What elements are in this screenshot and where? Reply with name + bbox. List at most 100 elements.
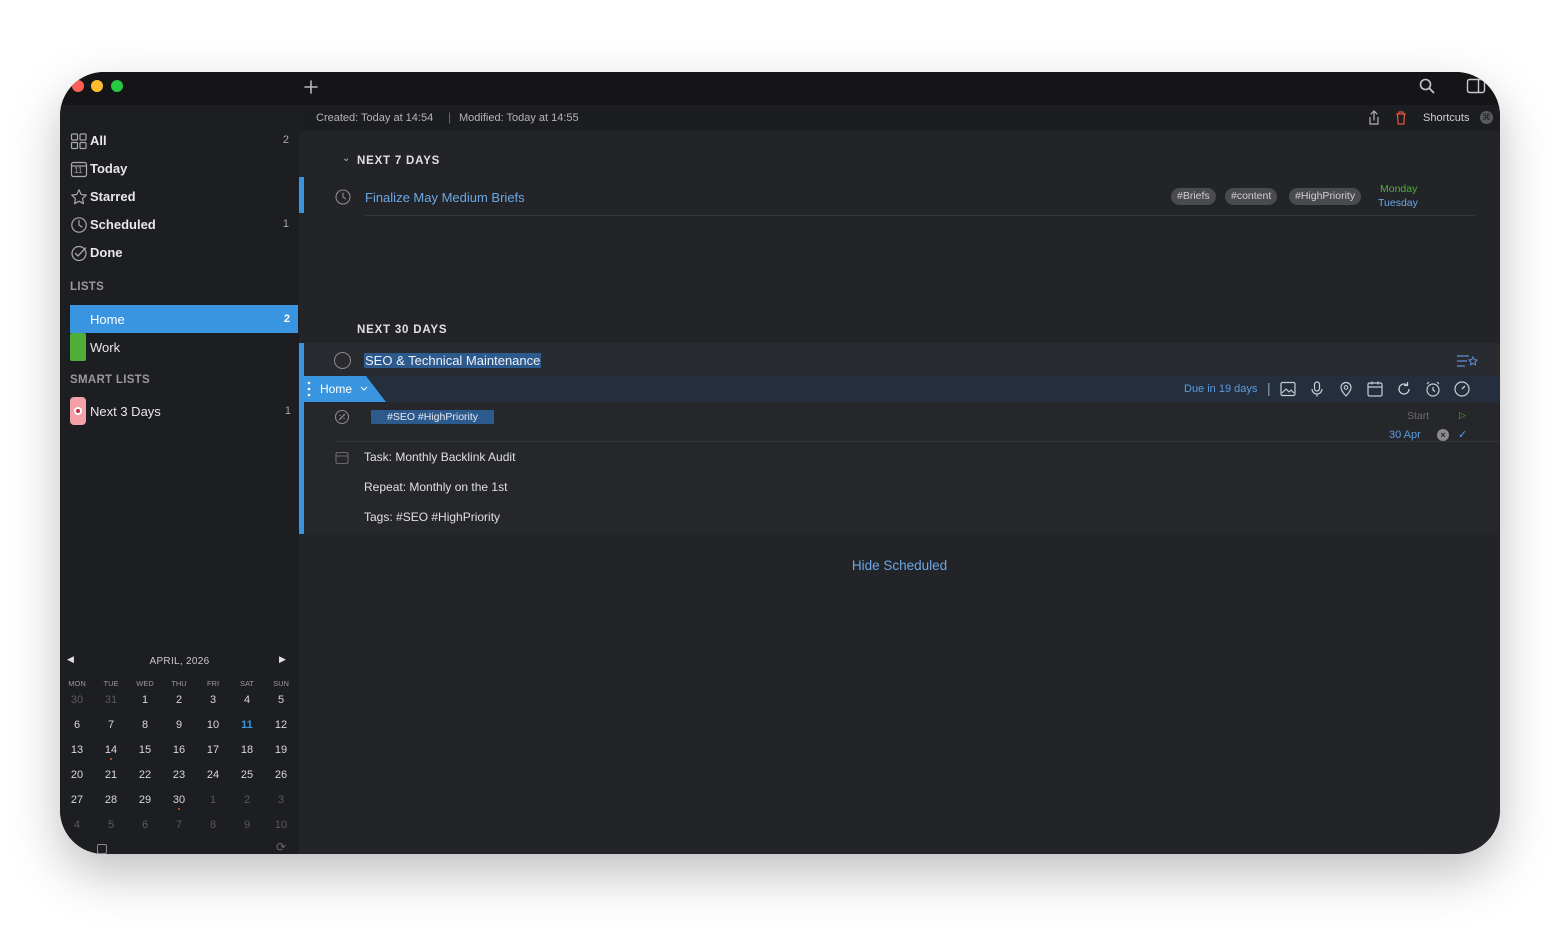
calendar-day[interactable]: 10 — [266, 819, 296, 831]
checkmark-icon[interactable]: ✓ — [1458, 428, 1467, 441]
calendar-day[interactable]: 1 — [198, 794, 228, 806]
task-checkbox[interactable] — [334, 352, 351, 369]
calendar-day[interactable]: 21 — [96, 769, 126, 781]
calendar-day[interactable]: 16 — [164, 744, 194, 756]
calendar-day[interactable]: 8 — [198, 819, 228, 831]
sidebar-item-scheduled[interactable]: Scheduled 1 — [68, 212, 296, 238]
microphone-icon[interactable] — [1308, 380, 1326, 398]
calendar-day[interactable]: 19 — [266, 744, 296, 756]
repeat-icon[interactable] — [1395, 380, 1413, 398]
sidebar-item-today[interactable]: 11 Today — [68, 156, 296, 182]
minimize-window-button[interactable] — [91, 80, 103, 92]
task-title[interactable]: Finalize May Medium Briefs — [365, 190, 525, 205]
calendar-day[interactable]: 10 — [198, 719, 228, 731]
calendar-day[interactable]: 4 — [62, 819, 92, 831]
sidebar-item-list-home[interactable]: Home 2 — [70, 305, 298, 333]
task-row[interactable]: Finalize May Medium Briefs #Briefs #cont… — [299, 177, 1500, 216]
collapse-chevron-icon[interactable]: ⌄ — [342, 153, 350, 164]
next-month-button[interactable]: ▶ — [279, 654, 286, 665]
search-icon[interactable] — [1418, 77, 1436, 95]
note-line[interactable]: Tags: #SEO #HighPriority — [364, 510, 500, 524]
calendar-day[interactable]: 27 — [62, 794, 92, 806]
calendar-day[interactable]: 6 — [130, 819, 160, 831]
calendar-day[interactable]: 29 — [130, 794, 160, 806]
calendar-day[interactable]: 28 — [96, 794, 126, 806]
calendar-day[interactable]: 1 — [130, 694, 160, 706]
add-event-icon[interactable]: + — [72, 840, 80, 854]
task-title-input[interactable]: SEO & Technical Maintenance — [364, 353, 542, 368]
shortcuts-button[interactable]: Shortcuts — [1423, 112, 1469, 124]
location-pin-icon[interactable] — [1337, 380, 1355, 398]
tag-briefs[interactable]: #Briefs — [1171, 188, 1216, 205]
row-divider — [334, 441, 1500, 442]
alarm-icon[interactable] — [1424, 380, 1442, 398]
zoom-window-button[interactable] — [111, 80, 123, 92]
sync-icon[interactable]: ⟳ — [276, 840, 286, 854]
calendar-day[interactable]: 7 — [164, 819, 194, 831]
calendar-day[interactable]: 9 — [232, 819, 262, 831]
play-icon[interactable]: ▷ — [1459, 410, 1466, 421]
calendar-day[interactable]: 11 — [232, 719, 262, 731]
calendar-day[interactable]: 7 — [96, 719, 126, 731]
row-divider — [365, 215, 1475, 216]
sidebar-item-smart-next-3-days[interactable]: Next 3 Days 1 — [70, 397, 298, 425]
calendar-day[interactable]: 18 — [232, 744, 262, 756]
tag-content[interactable]: #content — [1225, 188, 1278, 205]
scheduled-clock-icon[interactable] — [335, 189, 351, 205]
sidebar-toggle-icon[interactable] — [1466, 77, 1486, 95]
note-line[interactable]: Repeat: Monthly on the 1st — [364, 480, 507, 494]
trash-icon[interactable] — [1392, 109, 1410, 127]
calendar-day[interactable]: 13 — [62, 744, 92, 756]
timer-icon[interactable] — [1453, 380, 1471, 398]
close-window-button[interactable] — [72, 80, 84, 92]
calendar-day[interactable]: 25 — [232, 769, 262, 781]
calendar-icon[interactable] — [97, 844, 107, 854]
calendar-day[interactable]: 9 — [164, 719, 194, 731]
calendar-day[interactable]: 8 — [130, 719, 160, 731]
calendar-day[interactable]: 4 — [232, 694, 262, 706]
tag-icon[interactable] — [334, 409, 350, 425]
hide-scheduled-button[interactable]: Hide Scheduled — [299, 558, 1500, 573]
calendar-day[interactable]: 26 — [266, 769, 296, 781]
calendar-day[interactable]: 5 — [266, 694, 296, 706]
calendar-day[interactable]: 15 — [130, 744, 160, 756]
calendar-day[interactable]: 30 — [62, 694, 92, 706]
calendar-icon[interactable] — [1366, 380, 1384, 398]
calendar-day[interactable]: 22 — [130, 769, 160, 781]
calendar-day[interactable]: 31 — [96, 694, 126, 706]
calendar-day[interactable]: 17 — [198, 744, 228, 756]
add-task-button[interactable] — [302, 78, 320, 96]
list-star-icon[interactable] — [1456, 354, 1478, 368]
calendar-day[interactable]: 5 — [96, 819, 126, 831]
calendar-day[interactable]: 20 — [62, 769, 92, 781]
calendar-day[interactable]: 30 — [164, 794, 194, 806]
due-date[interactable]: 30 Apr — [1389, 429, 1421, 441]
calendar-day[interactable]: 14 — [96, 744, 126, 756]
sidebar-item-count: 1 — [284, 405, 291, 417]
sidebar-item-list-work[interactable]: Work — [70, 333, 298, 361]
calendar-day[interactable]: 24 — [198, 769, 228, 781]
calendar-day[interactable]: 3 — [266, 794, 296, 806]
clear-date-icon[interactable]: × — [1437, 429, 1449, 441]
list-selector[interactable]: Home — [304, 376, 386, 402]
calendar-day[interactable]: 2 — [164, 694, 194, 706]
sidebar-item-all[interactable]: All 2 — [68, 128, 296, 154]
calendar-month-label: APRIL, 2026 — [149, 656, 210, 667]
image-icon[interactable] — [1279, 380, 1297, 398]
note-line[interactable]: Task: Monthly Backlink Audit — [364, 450, 515, 464]
share-icon[interactable] — [1365, 109, 1383, 127]
calendar-day[interactable]: 12 — [266, 719, 296, 731]
calendar-day[interactable]: 3 — [198, 694, 228, 706]
sidebar-item-count: 2 — [283, 313, 290, 325]
calendar-weekday-label: MON — [68, 679, 86, 688]
app-window: All 2 11 Today Starred Scheduled 1 Done … — [60, 72, 1500, 854]
calendar-day[interactable]: 6 — [62, 719, 92, 731]
sidebar-item-starred[interactable]: Starred — [68, 184, 296, 210]
calendar-day[interactable]: 2 — [232, 794, 262, 806]
task-tags[interactable]: #SEO #HighPriority — [371, 410, 495, 424]
expanded-task[interactable]: SEO & Technical Maintenance Home Due in … — [299, 343, 1500, 534]
calendar-day[interactable]: 23 — [164, 769, 194, 781]
list-color-marker — [70, 305, 76, 333]
sidebar-item-done[interactable]: Done — [68, 240, 296, 266]
tag-high-priority[interactable]: #HighPriority — [1289, 188, 1362, 205]
